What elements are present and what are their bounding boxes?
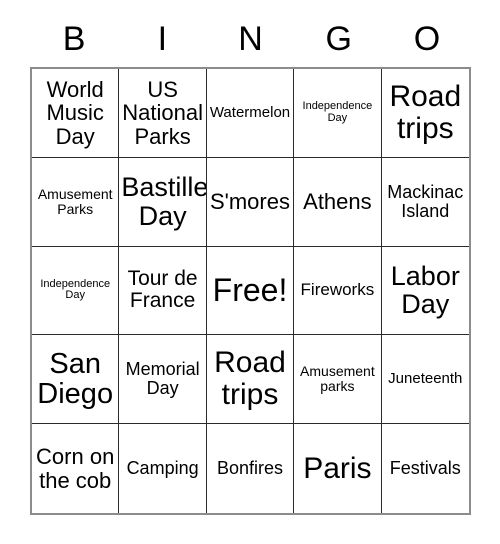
bingo-cell[interactable]: Amusement parks: [294, 335, 382, 425]
bingo-cell-label: S'mores: [209, 189, 290, 215]
bingo-cell[interactable]: Watermelon: [206, 69, 295, 158]
bingo-cell[interactable]: Independence Day: [32, 246, 120, 336]
bingo-cell-label: Amusement parks: [300, 363, 375, 395]
bingo-card: B I N G O World Music Day US National Par…: [0, 0, 500, 544]
bingo-cell-label: Juneteenth: [388, 370, 463, 388]
bingo-cell[interactable]: Festivals: [381, 424, 469, 513]
bingo-cell[interactable]: Independence Day: [294, 69, 382, 158]
bingo-cell[interactable]: S'mores: [206, 157, 295, 247]
bingo-cell[interactable]: Memorial Day: [119, 335, 207, 425]
bingo-cell[interactable]: Road trips: [206, 335, 295, 425]
bingo-cell-label: Free!: [212, 271, 288, 308]
bingo-cell-label: Amusement Parks: [37, 185, 113, 217]
bingo-cell[interactable]: Amusement Parks: [32, 157, 120, 247]
bingo-header-letter-o: O: [413, 20, 441, 58]
bingo-grid: World Music Day US National Parks Watermel…: [30, 67, 471, 515]
bingo-cell-label: Bonfires: [216, 458, 284, 479]
bingo-cell-label: Memorial Day: [125, 359, 200, 399]
bingo-header-letter-g: G: [325, 20, 352, 58]
bingo-cell-label: Mackinac Island: [387, 181, 464, 221]
bingo-header-row: B I N G O: [30, 14, 471, 64]
bingo-cell-label: Watermelon: [209, 103, 291, 121]
bingo-cell[interactable]: Athens: [294, 157, 382, 247]
bingo-header-letter-b: B: [62, 20, 86, 58]
bingo-cell-label: Labor Day: [390, 260, 460, 320]
bingo-cell-label: Festivals: [389, 458, 461, 479]
bingo-cell[interactable]: Tour de France: [119, 246, 207, 336]
bingo-cell-label: Paris: [303, 451, 372, 485]
bingo-header-letter-i: I: [157, 20, 168, 58]
bingo-cell[interactable]: Bonfires: [206, 424, 295, 513]
bingo-cell[interactable]: Camping: [119, 424, 207, 513]
bingo-cell-label: US National Parks: [122, 76, 203, 149]
bingo-cell[interactable]: US National Parks: [119, 69, 207, 158]
bingo-cell[interactable]: San Diego: [32, 335, 120, 425]
bingo-cell[interactable]: Road trips: [381, 69, 469, 158]
bingo-cell-label: Bastille Day: [121, 172, 207, 231]
bingo-cell[interactable]: Corn on the cob: [32, 424, 120, 513]
bingo-cell-label: Fireworks: [300, 280, 375, 300]
bingo-cell-label: Independence Day: [40, 277, 111, 302]
bingo-cell[interactable]: Labor Day: [381, 246, 469, 336]
bingo-cell[interactable]: Paris: [294, 424, 382, 513]
bingo-cell-label: Camping: [126, 458, 199, 479]
bingo-cell-label: Athens: [303, 189, 372, 215]
bingo-cell-label: Independence Day: [302, 100, 373, 124]
bingo-cell[interactable]: Mackinac Island: [381, 157, 469, 247]
bingo-cell-label: Road trips: [214, 346, 286, 412]
bingo-cell-label: Tour de France: [127, 267, 198, 313]
bingo-cell[interactable]: Fireworks: [294, 246, 382, 336]
bingo-cell[interactable]: Bastille Day: [119, 157, 207, 247]
bingo-free-space-cell[interactable]: Free!: [206, 246, 295, 336]
bingo-header-letter-n: N: [238, 20, 263, 58]
bingo-cell[interactable]: Juneteenth: [381, 335, 469, 425]
bingo-cell-label: San Diego: [37, 347, 114, 411]
bingo-cell-label: Road trips: [389, 80, 462, 145]
bingo-cell-label: Corn on the cob: [36, 444, 115, 493]
bingo-cell[interactable]: World Music Day: [32, 69, 120, 158]
bingo-cell-label: World Music Day: [46, 76, 104, 149]
